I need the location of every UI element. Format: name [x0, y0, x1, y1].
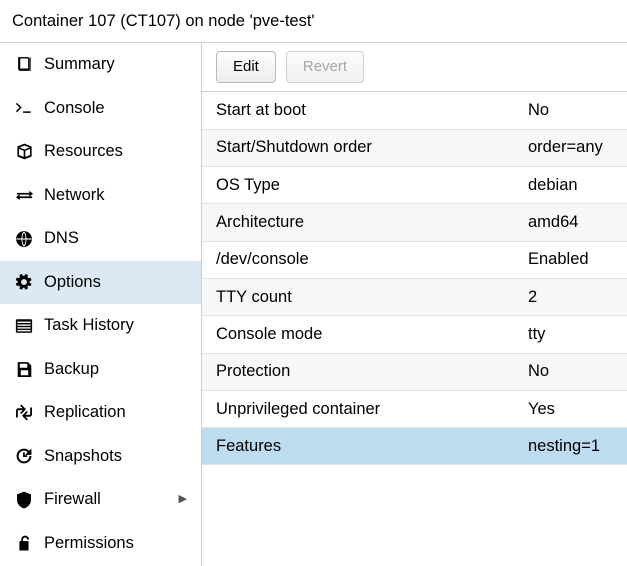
sidebar-item-network[interactable]: Network	[0, 174, 201, 218]
option-key: Unprivileged container	[202, 390, 516, 429]
chevron-right-icon: ▶	[178, 493, 187, 506]
table-row[interactable]: Start at boot No	[202, 92, 627, 130]
sidebar-item-label: Network	[44, 185, 105, 204]
list-icon	[12, 315, 36, 337]
sidebar-item-label: Firewall	[44, 490, 101, 509]
option-key: Architecture	[202, 203, 516, 242]
sidebar-item-label: Task History	[44, 316, 134, 335]
sidebar-item-label: Snapshots	[44, 446, 122, 465]
revert-button: Revert	[285, 51, 365, 83]
option-value: 2	[516, 278, 627, 317]
option-value: No	[516, 353, 627, 391]
book-icon	[12, 54, 36, 76]
option-key: Start at boot	[202, 92, 516, 130]
option-value: amd64	[516, 203, 627, 242]
globe-icon	[12, 228, 36, 250]
window-body: Summary Console Resources Network DNS Op…	[0, 42, 627, 566]
sidebar-item-label: Backup	[44, 359, 100, 378]
table-row[interactable]: OS Type debian	[202, 166, 627, 205]
option-key: OS Type	[202, 166, 516, 205]
floppy-icon	[12, 358, 36, 380]
option-key: Features	[202, 427, 516, 466]
option-value: order=any	[516, 129, 627, 168]
sidebar-item-options[interactable]: Options	[0, 260, 201, 304]
sidebar-item-summary[interactable]: Summary	[0, 43, 201, 87]
option-value: nesting=1	[516, 427, 627, 466]
shield-icon	[12, 489, 36, 511]
table-row[interactable]: /dev/console Enabled	[202, 241, 627, 279]
option-value: debian	[516, 166, 627, 205]
sidebar-item-label: DNS	[44, 229, 79, 248]
history-icon	[12, 445, 36, 467]
sidebar-item-console[interactable]: Console	[0, 87, 201, 131]
table-row[interactable]: Features nesting=1	[202, 427, 627, 466]
option-key: /dev/console	[202, 241, 516, 279]
table-row[interactable]: Architecture amd64	[202, 203, 627, 242]
sidebar-item-permissions[interactable]: Permissions	[0, 522, 201, 566]
sidebar-item-task-history[interactable]: Task History	[0, 304, 201, 348]
unlock-icon	[12, 532, 36, 554]
sidebar-item-label: Replication	[44, 403, 126, 422]
table-row[interactable]: Unprivileged container Yes	[202, 390, 627, 429]
options-toolbar: Edit Revert	[202, 43, 627, 92]
gear-icon	[12, 271, 36, 293]
replication-icon	[12, 402, 36, 424]
table-row[interactable]: Protection No	[202, 353, 627, 391]
sidebar-item-label: Permissions	[44, 533, 134, 552]
sidebar-item-label: Summary	[44, 55, 115, 74]
sidebar-item-replication[interactable]: Replication	[0, 391, 201, 435]
sidebar-nav: Summary Console Resources Network DNS Op…	[0, 43, 202, 566]
table-row[interactable]: Start/Shutdown order order=any	[202, 129, 627, 168]
edit-button[interactable]: Edit	[216, 51, 276, 83]
page-title: Container 107 (CT107) on node 'pve-test'	[12, 11, 315, 30]
sidebar-item-snapshots[interactable]: Snapshots	[0, 435, 201, 479]
sidebar-item-label: Resources	[44, 142, 123, 161]
option-key: Console mode	[202, 315, 516, 354]
sidebar-item-backup[interactable]: Backup	[0, 348, 201, 392]
options-table: Start at boot No Start/Shutdown order or…	[202, 92, 627, 466]
sidebar-item-firewall[interactable]: Firewall ▶	[0, 478, 201, 522]
sidebar-item-dns[interactable]: DNS	[0, 217, 201, 261]
option-key: Start/Shutdown order	[202, 129, 516, 168]
options-panel: Edit Revert Start at boot No Start/Shutd…	[202, 43, 627, 566]
terminal-icon	[12, 97, 36, 119]
option-value: Yes	[516, 390, 627, 429]
exchange-icon	[12, 184, 36, 206]
table-row[interactable]: TTY count 2	[202, 278, 627, 317]
sidebar-item-label: Console	[44, 98, 105, 117]
sidebar-item-label: Options	[44, 272, 101, 291]
sidebar-item-resources[interactable]: Resources	[0, 130, 201, 174]
table-row[interactable]: Console mode tty	[202, 315, 627, 354]
proxmox-container-options-window: Container 107 (CT107) on node 'pve-test'…	[0, 0, 627, 566]
option-value: Enabled	[516, 241, 627, 279]
option-value: tty	[516, 315, 627, 354]
option-key: TTY count	[202, 278, 516, 317]
cube-icon	[12, 141, 36, 163]
option-value: No	[516, 92, 627, 130]
window-title-bar: Container 107 (CT107) on node 'pve-test'	[0, 0, 627, 42]
option-key: Protection	[202, 353, 516, 391]
